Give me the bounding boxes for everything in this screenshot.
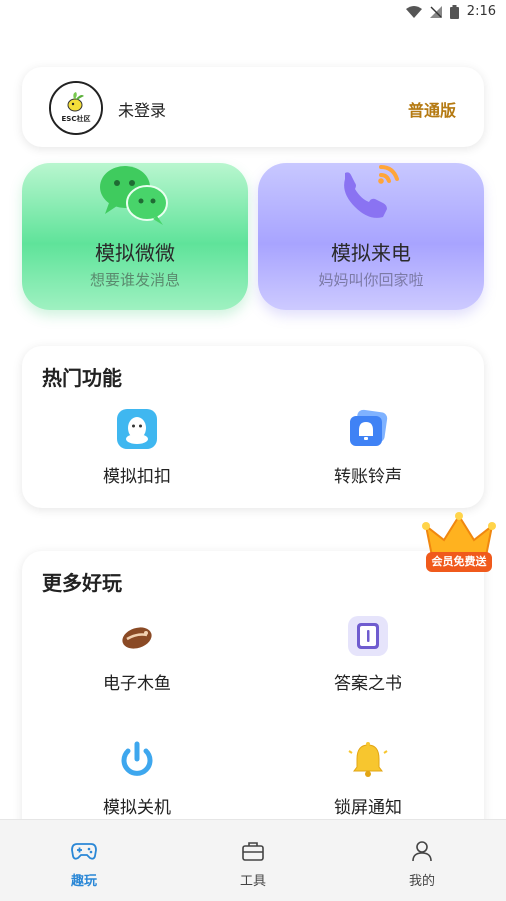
more-item-label: 锁屏通知 bbox=[334, 798, 402, 818]
hot-features-section: 热门功能 模拟扣扣 转账铃声 bbox=[22, 346, 484, 508]
power-icon bbox=[121, 741, 153, 776]
section-title: 更多好玩 bbox=[42, 571, 122, 595]
tab-fun[interactable]: 趣玩 bbox=[24, 820, 144, 901]
no-signal-icon bbox=[429, 5, 442, 18]
more-item-label: 答案之书 bbox=[334, 674, 402, 694]
status-icons: 2:16 bbox=[405, 4, 496, 19]
feature-card-subtitle: 妈妈叫你回家啦 bbox=[318, 271, 424, 289]
tab-label: 我的 bbox=[408, 874, 435, 889]
hot-item-fake-qq[interactable]: 模拟扣扣 bbox=[37, 408, 237, 488]
phone-call-icon bbox=[344, 165, 399, 218]
feature-card-fake-call[interactable]: 模拟来电 妈妈叫你回家啦 bbox=[258, 163, 484, 310]
hot-item-transfer-ringtone[interactable]: 转账铃声 bbox=[268, 408, 468, 488]
more-item-wooden-fish[interactable]: 电子木鱼 bbox=[37, 615, 237, 695]
more-item-label: 模拟关机 bbox=[103, 798, 171, 818]
wechat-icon bbox=[100, 166, 168, 225]
bell-card-icon bbox=[350, 409, 388, 446]
avatar[interactable]: ESC社区 bbox=[49, 81, 103, 135]
battery-icon bbox=[449, 4, 459, 19]
user-card[interactable]: ESC社区 未登录 普通版 bbox=[22, 67, 484, 147]
more-item-book-of-answers[interactable]: 答案之书 bbox=[268, 615, 468, 695]
answer-book-icon bbox=[348, 616, 388, 656]
feature-card-title: 模拟来电 bbox=[331, 241, 411, 265]
wifi-icon bbox=[405, 5, 422, 18]
more-fun-section: 更多好玩 电子木鱼 答案之书 模拟关机 锁屏通知 bbox=[22, 551, 484, 851]
bottom-tab-bar: 趣玩 工具 我的 bbox=[0, 819, 506, 901]
status-bar: 2:16 bbox=[0, 0, 506, 24]
bell-icon bbox=[348, 742, 388, 777]
gamepad-icon bbox=[71, 843, 97, 860]
vip-free-badge[interactable]: 会员免费送 bbox=[418, 512, 504, 576]
toolbox-icon bbox=[242, 842, 264, 861]
tab-label: 工具 bbox=[239, 874, 266, 889]
section-title: 热门功能 bbox=[42, 366, 122, 390]
more-item-label: 电子木鱼 bbox=[103, 674, 171, 694]
logo-avatar-icon: ESC社区 bbox=[51, 83, 101, 133]
user-name: 未登录 bbox=[118, 101, 167, 120]
feature-card-title: 模拟微微 bbox=[95, 241, 175, 265]
qq-icon bbox=[117, 409, 157, 449]
hot-item-label: 模拟扣扣 bbox=[103, 467, 171, 487]
wooden-fish-icon bbox=[122, 627, 152, 649]
more-item-lockscreen-notification[interactable]: 锁屏通知 bbox=[268, 739, 468, 819]
tab-mine[interactable]: 我的 bbox=[362, 820, 482, 901]
feature-card-fake-wechat[interactable]: 模拟微微 想要谁发消息 bbox=[22, 163, 248, 310]
feature-card-subtitle: 想要谁发消息 bbox=[89, 271, 180, 289]
status-time: 2:16 bbox=[466, 4, 496, 19]
membership-level[interactable]: 普通版 bbox=[408, 97, 456, 121]
tab-label: 趣玩 bbox=[70, 874, 97, 889]
hot-item-label: 转账铃声 bbox=[334, 467, 402, 487]
more-item-fake-shutdown[interactable]: 模拟关机 bbox=[37, 739, 237, 819]
tab-tools[interactable]: 工具 bbox=[193, 820, 313, 901]
avatar-logo-text: ESC社区 bbox=[62, 114, 91, 123]
user-icon bbox=[412, 841, 432, 862]
vip-badge-label: 会员免费送 bbox=[426, 552, 492, 572]
